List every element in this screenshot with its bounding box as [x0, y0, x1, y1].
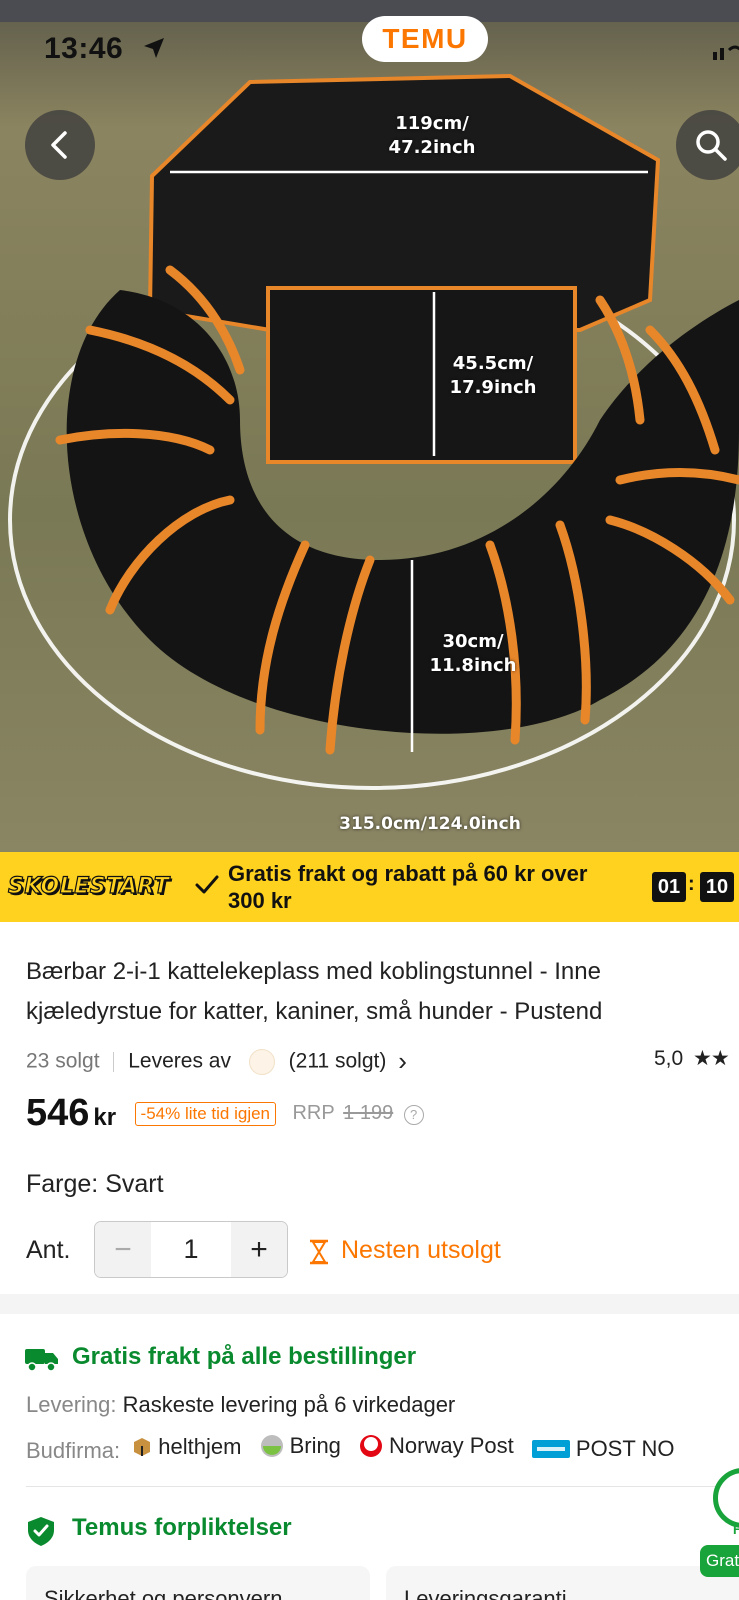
color-selection-label: Farge: Svart — [26, 1170, 164, 1198]
rating-value: 5,0 — [654, 1047, 684, 1070]
product-title: Bærbar 2-i-1 kattelekeplass med koblings… — [26, 952, 739, 1032]
helthjem-icon — [134, 1438, 151, 1456]
section-divider — [0, 1294, 739, 1314]
rrp-label: RRP — [292, 1102, 335, 1124]
discount-badge: -54% lite tid igjen — [134, 1102, 277, 1126]
tunnel-dimension-label: 30cm/ 11.8inch — [429, 631, 517, 676]
product-title-line-2: kjæledyrstue for katter, kaniner, små hu… — [26, 998, 603, 1025]
floating-promo-badge[interactable] — [713, 1468, 739, 1528]
floating-promo-tag[interactable]: Grat — [700, 1545, 739, 1577]
carrier-name: Norway Post — [389, 1433, 514, 1458]
chevron-right-icon[interactable]: › — [398, 1046, 407, 1076]
width-dimension-label: 119cm/ 47.2inch — [388, 113, 476, 158]
quantity-label: Ant. — [26, 1236, 71, 1264]
delivery-row[interactable]: Levering: Raskeste levering på 6 virkeda… — [26, 1392, 455, 1418]
meta-divider — [113, 1051, 115, 1072]
price-currency: kr — [93, 1104, 117, 1131]
promo-text: Gratis frakt og rabatt på 60 kr over 300… — [228, 861, 588, 913]
delivery-label: Levering: — [26, 1392, 117, 1417]
free-shipping-title[interactable]: Gratis frakt på alle bestillinger — [72, 1343, 416, 1371]
card-label: Leveringsgaranti — [404, 1586, 567, 1600]
carrier-helthjem: helthjem — [132, 1434, 241, 1460]
height-dimension-label: 45.5cm/ 17.9inch — [449, 353, 537, 398]
location-arrow-icon — [144, 38, 164, 58]
shield-check-icon — [28, 1517, 54, 1546]
chevron-left-icon — [51, 131, 67, 159]
quantity-increase-button[interactable]: + — [231, 1222, 287, 1277]
commitments-title[interactable]: Temus forpliktelser — [72, 1514, 292, 1542]
signal-wifi-icon — [713, 45, 739, 60]
rrp-price: 1 199 — [343, 1102, 394, 1124]
carrier-name: Bring — [289, 1433, 341, 1458]
star-icons: ★★ — [693, 1047, 730, 1070]
timer-separator: : — [688, 873, 695, 895]
temu-logo: TEMU — [362, 16, 488, 62]
carrier-norway-post: Norway Post — [359, 1433, 514, 1459]
bring-icon — [260, 1435, 283, 1457]
quantity-decrease-button[interactable]: − — [95, 1222, 151, 1277]
truck-icon — [25, 1349, 58, 1372]
promo-banner[interactable]: SKOLESTART Gratis frakt og rabatt på 60 … — [0, 852, 739, 922]
shipped-by-label: Leveres av — [128, 1049, 231, 1073]
stock-warning: Nesten utsolgt — [341, 1236, 501, 1264]
status-time: 13:46 — [44, 32, 124, 65]
postnord-icon — [531, 1440, 570, 1458]
product-image[interactable]: 13:46 TEMU 119cm/ 47.2inch 45.5cm/ 17.9i… — [0, 0, 739, 852]
delivery-value: Raskeste levering på 6 virkedager — [122, 1392, 456, 1417]
check-icon — [195, 875, 219, 894]
rating[interactable]: 5,0 ★★ — [654, 1046, 730, 1071]
sold-count: 23 solgt — [26, 1049, 100, 1073]
sales-meta-row: 23 solgt Leveres av (211 solgt) › — [26, 1046, 739, 1076]
courier-label: Budfirma: — [26, 1438, 121, 1463]
help-icon[interactable]: ? — [403, 1105, 424, 1125]
product-title-line-1: Bærbar 2-i-1 kattelekeplass med koblings… — [26, 958, 601, 985]
timer-minutes: 01 — [652, 872, 686, 902]
timer-seconds: 10 — [700, 872, 734, 902]
search-button[interactable] — [676, 110, 739, 180]
seller-sold-link[interactable]: (211 solgt) — [289, 1050, 387, 1073]
hourglass-icon — [310, 1239, 328, 1265]
norway-post-icon — [360, 1435, 383, 1457]
seller-logo[interactable] — [248, 1048, 275, 1075]
delivery-guarantee-card[interactable]: Leveringsgaranti — [386, 1566, 739, 1600]
carrier-name: helthjem — [158, 1434, 242, 1459]
carrier-name: POST NO — [575, 1436, 675, 1461]
carrier-postnord: POST NO — [531, 1436, 675, 1462]
circumference-dimension-label: 315.0cm/124.0inch — [339, 814, 521, 834]
carrier-row[interactable]: Budfirma: helthjem Bring Norway Post POS… — [26, 1433, 687, 1464]
price-row: 546 kr -54% lite tid igjen RRP 1 199 ? — [26, 1092, 424, 1142]
promo-badge: SKOLESTART — [7, 873, 170, 899]
section-separator — [26, 1486, 739, 1487]
floating-badge-letter: H — [733, 1522, 739, 1537]
price-value: 546 — [26, 1092, 90, 1134]
security-privacy-card[interactable]: Sikkerhet og personvern — [26, 1566, 370, 1600]
search-icon — [696, 130, 727, 161]
carrier-bring: Bring — [260, 1433, 341, 1459]
quantity-value[interactable]: 1 — [151, 1222, 231, 1277]
back-button[interactable] — [25, 110, 95, 180]
card-label: Sikkerhet og personvern — [44, 1586, 283, 1600]
quantity-stepper: − 1 + — [94, 1221, 288, 1278]
